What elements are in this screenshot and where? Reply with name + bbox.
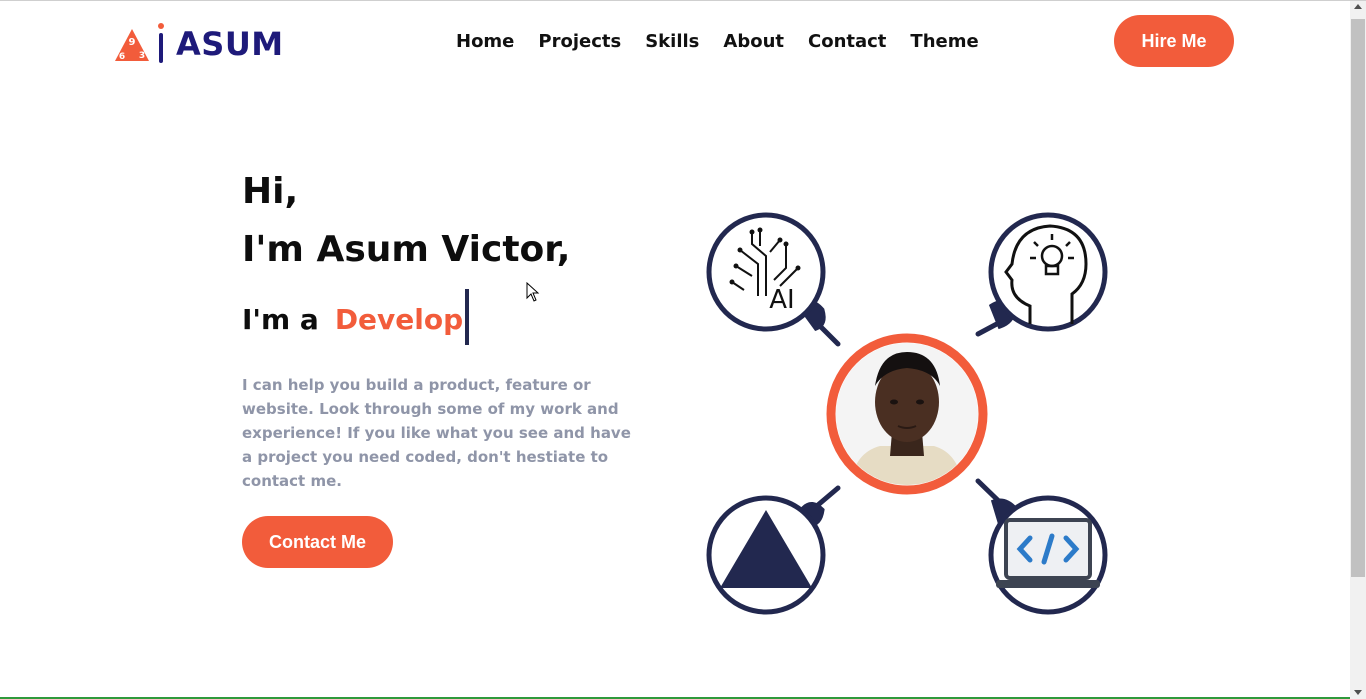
main-nav: Home Projects Skills About Contact Theme [444,31,991,53]
nav-about[interactable]: About [711,31,796,53]
hire-me-button[interactable]: Hire Me [1114,15,1234,67]
brand-name: ASUM [176,25,284,63]
svg-text:9: 9 [129,37,136,48]
scroll-down-arrow-icon[interactable] [1354,690,1362,695]
ai-circuit-icon: AI [706,212,826,332]
svg-text:3: 3 [139,51,145,61]
mouse-cursor-icon [526,282,540,302]
hero-description: I can help you build a product, feature … [242,376,631,490]
logo-bar [159,33,163,63]
site-logo[interactable]: 9 6 3 ASUM [114,23,283,63]
hero-role: I'm a Develop [242,289,470,347]
svg-text:6: 6 [119,52,125,62]
logo-triangle-icon: 9 6 3 [115,29,149,62]
logo-dot [158,23,164,29]
code-laptop-icon [988,495,1108,615]
nav-contact[interactable]: Contact [796,31,898,53]
nav-projects[interactable]: Projects [526,31,633,53]
lightbulb-head-icon [988,212,1108,332]
hero-greeting: Hi, [242,171,299,212]
triangle-icon [706,495,826,615]
portrait-avatar [826,333,988,495]
role-typed-text: Develop [334,302,464,336]
hero-name: I'm Asum Victor, [242,229,571,270]
typing-caret [465,289,470,345]
skills-graphic: AI [706,212,1108,615]
page-scrollbar[interactable] [1350,1,1366,699]
contact-me-button[interactable]: Contact Me [242,516,393,568]
nav-skills[interactable]: Skills [633,31,711,53]
svg-text:AI: AI [769,285,794,315]
scroll-up-arrow-icon[interactable] [1354,4,1362,9]
role-prefix: I'm a [242,302,319,336]
nav-theme[interactable]: Theme [898,31,990,53]
scroll-thumb[interactable] [1351,19,1365,577]
nav-home[interactable]: Home [444,31,526,53]
